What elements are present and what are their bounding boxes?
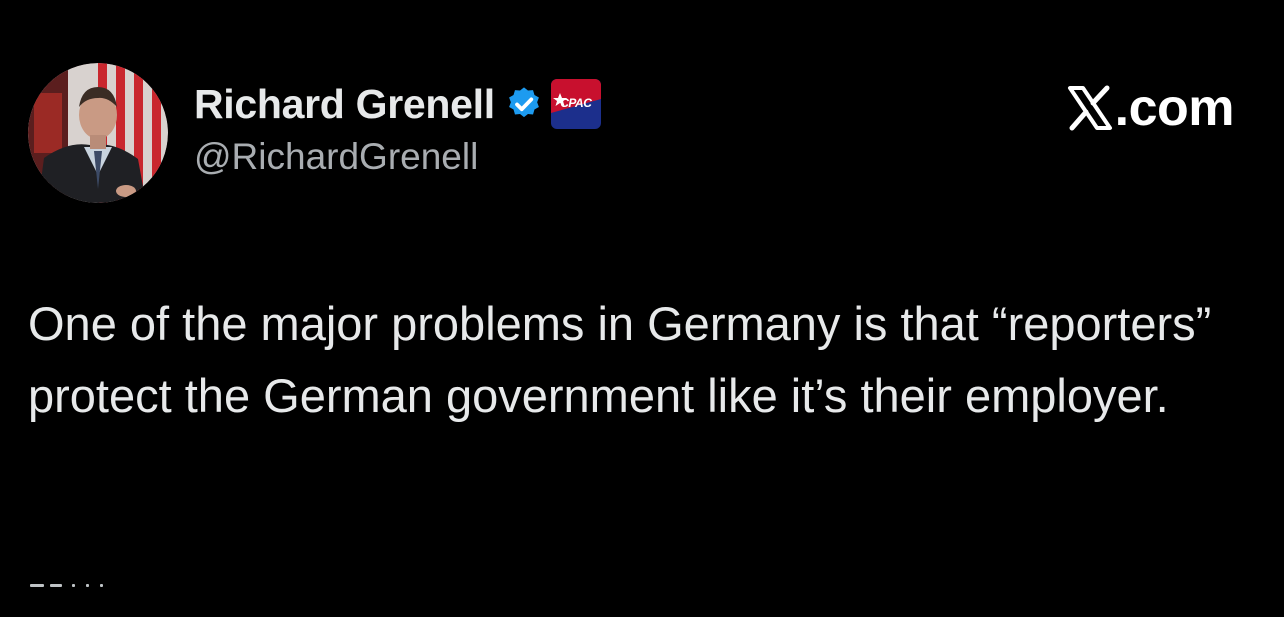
x-logo-icon <box>1067 84 1113 132</box>
avatar[interactable] <box>28 63 168 203</box>
tweet-text: One of the major problems in Germany is … <box>28 297 1225 422</box>
affiliate-badge-label: CPAC <box>560 96 592 110</box>
affiliate-badge[interactable]: CPAC <box>550 79 601 129</box>
author-block: Richard Grenell CPAC @RichardGrenell <box>194 78 601 188</box>
site-label-text: .com <box>1114 79 1235 137</box>
tweet-card: Richard Grenell CPAC @RichardGrenell .co… <box>0 0 1284 617</box>
author-handle[interactable]: @RichardGrenell <box>194 136 601 178</box>
truncated-text-fragment <box>28 584 108 617</box>
verified-check-icon <box>505 85 543 123</box>
profile-photo <box>28 63 168 203</box>
display-name[interactable]: Richard Grenell <box>194 81 495 128</box>
name-row: Richard Grenell CPAC <box>194 78 601 130</box>
site-label: .com <box>1067 78 1235 138</box>
